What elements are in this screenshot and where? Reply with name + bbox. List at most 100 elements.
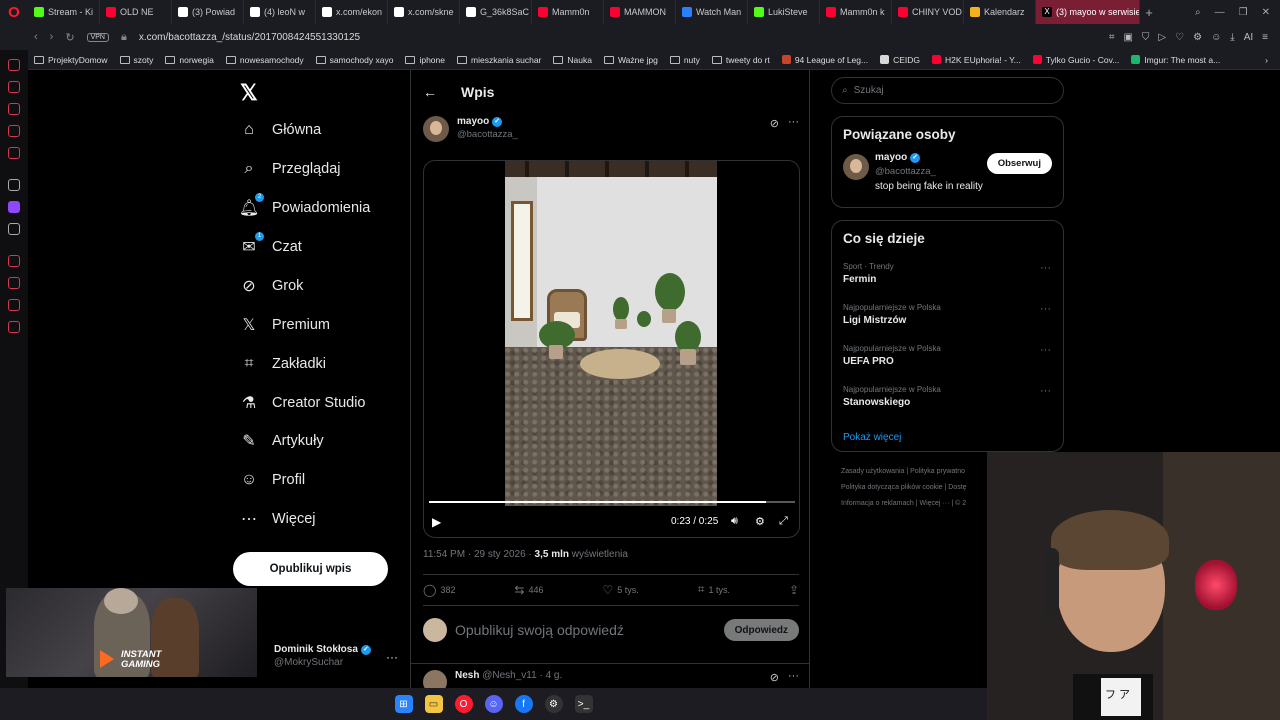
tab-6[interactable]: G_36k8SaC: [460, 0, 532, 24]
tab-1[interactable]: OLD NE: [100, 0, 172, 24]
history-icon[interactable]: [8, 81, 20, 93]
bookmark-item[interactable]: samochody xayo: [315, 55, 393, 65]
nav-item-7[interactable]: ⚗ Creator Studio: [240, 394, 366, 412]
tab-9[interactable]: Watch Man: [676, 0, 748, 24]
bookmark-item[interactable]: mieszkania suchar: [457, 55, 541, 65]
chatgpt-icon[interactable]: [8, 179, 20, 191]
footer-link[interactable]: Więcej ···: [919, 500, 949, 507]
post-timestamp[interactable]: 11:54 PM · 29 sty 2026: [423, 549, 526, 560]
back-arrow-icon[interactable]: ←: [423, 84, 437, 100]
related-person[interactable]: mayoo ✓ @bacottazza_ stop being fake in r…: [832, 142, 1063, 202]
nav-item-2[interactable]: 🔔︎ 2 Powiadomienia: [239, 193, 370, 217]
windows-start-icon[interactable]: ⊞: [394, 695, 413, 713]
extensions-icon[interactable]: ⚙: [1193, 32, 1202, 43]
vpn-badge[interactable]: VPN: [86, 32, 109, 42]
tab-12[interactable]: CHINY VOD: [892, 0, 964, 24]
tab-7[interactable]: Mamm0n: [532, 0, 604, 24]
play-icon[interactable]: ▶: [432, 515, 441, 529]
nav-item-0[interactable]: ⌂ Główna: [240, 121, 321, 139]
nav-item-6[interactable]: ⌗ Zakładki: [240, 355, 326, 373]
opera-menu-icon[interactable]: O: [0, 0, 28, 24]
video-progress-bar[interactable]: [429, 501, 795, 503]
bookmark-item[interactable]: ProjektyDomow: [34, 55, 108, 65]
steam-icon[interactable]: ⚙: [544, 695, 563, 713]
bookmark-item[interactable]: CEIDG: [880, 55, 920, 65]
trend-item[interactable]: Najpopularniejsze w Polska Ligi Mistrzów ·…: [832, 301, 1063, 342]
forward-icon[interactable]: ›: [50, 31, 54, 43]
post-button[interactable]: Opublikuj wpis: [233, 552, 388, 586]
repost-action[interactable]: ⇆ 446: [514, 582, 543, 597]
fullscreen-icon[interactable]: ⤢: [779, 515, 788, 528]
snapshot-icon[interactable]: ▣: [1123, 32, 1132, 43]
tab-11[interactable]: Mamm0n k: [820, 0, 892, 24]
heart-icon[interactable]: ♡: [1175, 32, 1184, 43]
clock-icon[interactable]: [8, 255, 20, 267]
bookmarks-overflow-icon[interactable]: ›: [1265, 55, 1280, 65]
url-field[interactable]: x.com/bacottazza_/status/201700842455133…: [139, 32, 360, 43]
tab-2[interactable]: (3) Powiad: [172, 0, 244, 24]
search-tabs-icon[interactable]: ⌕: [1195, 7, 1201, 18]
nav-item-4[interactable]: ⊘ Grok: [240, 277, 303, 295]
account-more-icon[interactable]: ···: [386, 650, 398, 664]
grok-explain-icon[interactable]: ⊘: [770, 117, 779, 130]
settings-icon[interactable]: [8, 321, 20, 333]
twitch-icon[interactable]: [8, 201, 20, 213]
reply-more-icon[interactable]: ···: [788, 670, 799, 682]
bookmark-item[interactable]: H2K EUphoria! - Y...: [932, 55, 1021, 65]
trend-more-icon[interactable]: ···: [1040, 262, 1051, 274]
volume-icon[interactable]: 🔊︎: [731, 515, 738, 528]
search-input[interactable]: ⌕ Szukaj: [831, 77, 1064, 104]
tab-8[interactable]: MAMMON: [604, 0, 676, 24]
avatar[interactable]: [843, 154, 869, 180]
back-icon[interactable]: ‹: [34, 31, 38, 43]
footer-link[interactable]: Zasady użytkowania: [841, 468, 904, 475]
trend-more-icon[interactable]: ···: [1040, 344, 1051, 356]
x-sidebar-icon[interactable]: [8, 223, 20, 235]
tab-10[interactable]: LukiSteve: [748, 0, 820, 24]
bookmark-item[interactable]: norwegia: [165, 55, 214, 65]
reply-input[interactable]: Opublikuj swoją odpowiedź: [455, 622, 716, 638]
post-more-icon[interactable]: ···: [788, 116, 799, 128]
tab-active[interactable]: X (3) mayoo w serwisie: [1036, 0, 1140, 24]
bookmark-item[interactable]: nowesamochody: [225, 55, 304, 65]
footer-link[interactable]: Polityka dotycząca plików cookie: [841, 484, 943, 491]
menu-icon[interactable]: ≡: [1262, 32, 1268, 43]
nav-item-5[interactable]: 𝕏 Premium: [240, 316, 330, 334]
settings-gear-icon[interactable]: ⚙: [755, 515, 765, 528]
footer-link[interactable]: © 2: [955, 500, 966, 507]
facebook-icon[interactable]: f: [514, 695, 533, 713]
workspace-icon[interactable]: [8, 103, 20, 115]
footer-link[interactable]: Polityka prywatno: [910, 468, 965, 475]
file-explorer-icon[interactable]: ▭: [424, 695, 443, 713]
tab-3[interactable]: (4) leoN w: [244, 0, 316, 24]
nav-item-8[interactable]: ✎ Artykuły: [240, 432, 323, 450]
discord-icon[interactable]: ☺: [484, 695, 503, 713]
bookmark-item[interactable]: szoty: [119, 55, 153, 65]
new-tab-button[interactable]: +: [1140, 5, 1158, 20]
reply-button[interactable]: Odpowiedz: [723, 619, 799, 641]
reply-action[interactable]: ◯ 382: [423, 582, 455, 597]
account-switcher[interactable]: Dominik Stokłosa ✓ @MokrySuchar ···: [262, 644, 402, 668]
player-icon[interactable]: [8, 125, 20, 137]
nav-item-1[interactable]: ⌕ Przeglądaj: [240, 160, 341, 178]
nav-item-3[interactable]: ✉ 1 Czat: [240, 232, 302, 256]
tab-13[interactable]: Kalendarz: [964, 0, 1036, 24]
share-action[interactable]: ⇪: [789, 582, 799, 597]
bookmark-action[interactable]: ⌗ 1 tys.: [698, 582, 730, 597]
bookmark-item[interactable]: 94 League of Leg...: [781, 55, 868, 65]
chat-icon[interactable]: [8, 299, 20, 311]
shield-icon[interactable]: ⛉: [1142, 32, 1150, 43]
maximize-icon[interactable]: ❐: [1239, 7, 1248, 18]
bookmark-page-icon[interactable]: ⌗: [1109, 32, 1115, 43]
avatar[interactable]: [423, 116, 449, 142]
close-window-icon[interactable]: ✕: [1262, 7, 1270, 18]
follow-button[interactable]: Obserwuj: [986, 153, 1052, 174]
player-icon[interactable]: ▷: [1158, 32, 1166, 43]
tab-4[interactable]: x.com/ekon: [316, 0, 388, 24]
tab-5[interactable]: x.com/skne: [388, 0, 460, 24]
minimize-icon[interactable]: —: [1215, 7, 1225, 18]
trend-item[interactable]: Sport · Trendy Fermin ···: [832, 260, 1063, 301]
bookmark-item[interactable]: Tylko Gucio - Cov...: [1032, 55, 1119, 65]
trend-more-icon[interactable]: ···: [1040, 303, 1051, 315]
tab-0[interactable]: Stream - Ki: [28, 0, 100, 24]
